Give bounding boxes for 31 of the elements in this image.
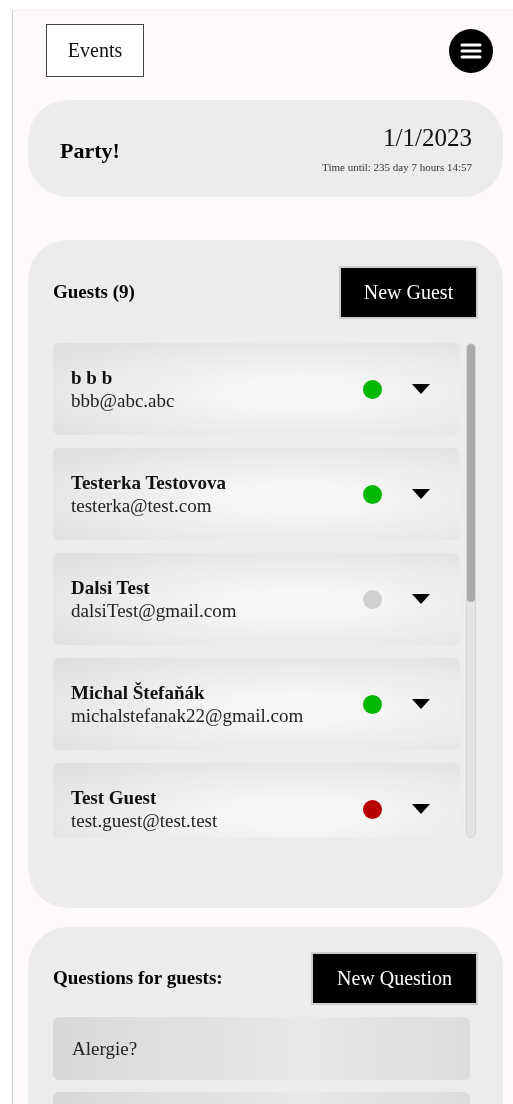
caret-icon[interactable]	[412, 594, 430, 604]
question-item[interactable]: Alergie?	[53, 1017, 470, 1080]
guest-email: testerka@test.com	[71, 494, 213, 517]
menu-icon[interactable]	[449, 28, 493, 73]
guest-item[interactable]: Dalsi Test dalsiTest@gmail.com	[53, 553, 460, 645]
guest-email: bbb@abc.abc	[71, 389, 176, 412]
events-button[interactable]: Events	[46, 24, 144, 77]
guest-item[interactable]: Test Guest test.guest@test.test	[53, 763, 460, 838]
caret-icon[interactable]	[412, 804, 430, 814]
guest-name: Dalsi Test	[71, 576, 151, 599]
guest-name: b b b	[71, 366, 114, 389]
event-title: Party!	[60, 137, 120, 164]
guest-email: dalsiTest@gmail.com	[71, 599, 238, 622]
caret-icon[interactable]	[412, 384, 430, 394]
guest-item[interactable]: b b b bbb@abc.abc	[53, 343, 460, 435]
guest-item[interactable]: Michal Štefaňák michalstefanak22@gmail.com	[53, 658, 460, 750]
guest-name: Michal Štefaňák	[71, 681, 206, 704]
caret-icon[interactable]	[412, 699, 430, 709]
new-guest-button[interactable]: New Guest	[339, 265, 478, 319]
new-question-button[interactable]: New Question	[311, 951, 478, 1005]
caret-icon[interactable]	[412, 489, 430, 499]
guest-email: test.guest@test.test	[71, 809, 219, 832]
guests-title: Guests (9)	[53, 281, 135, 303]
questions-title: Questions for guests:	[53, 967, 223, 989]
countdown-text: Time until: 235 day 7 hours 14:57	[322, 161, 472, 173]
event-date: 1/1/2023	[382, 124, 472, 152]
guest-email: michalstefanak22@gmail.com	[71, 704, 305, 727]
guest-name: Testerka Testovova	[71, 471, 227, 494]
guest-name: Test Guest	[71, 786, 158, 809]
guest-item[interactable]: Testerka Testovova testerka@test.com	[53, 448, 460, 540]
scrollbar[interactable]	[466, 343, 476, 838]
